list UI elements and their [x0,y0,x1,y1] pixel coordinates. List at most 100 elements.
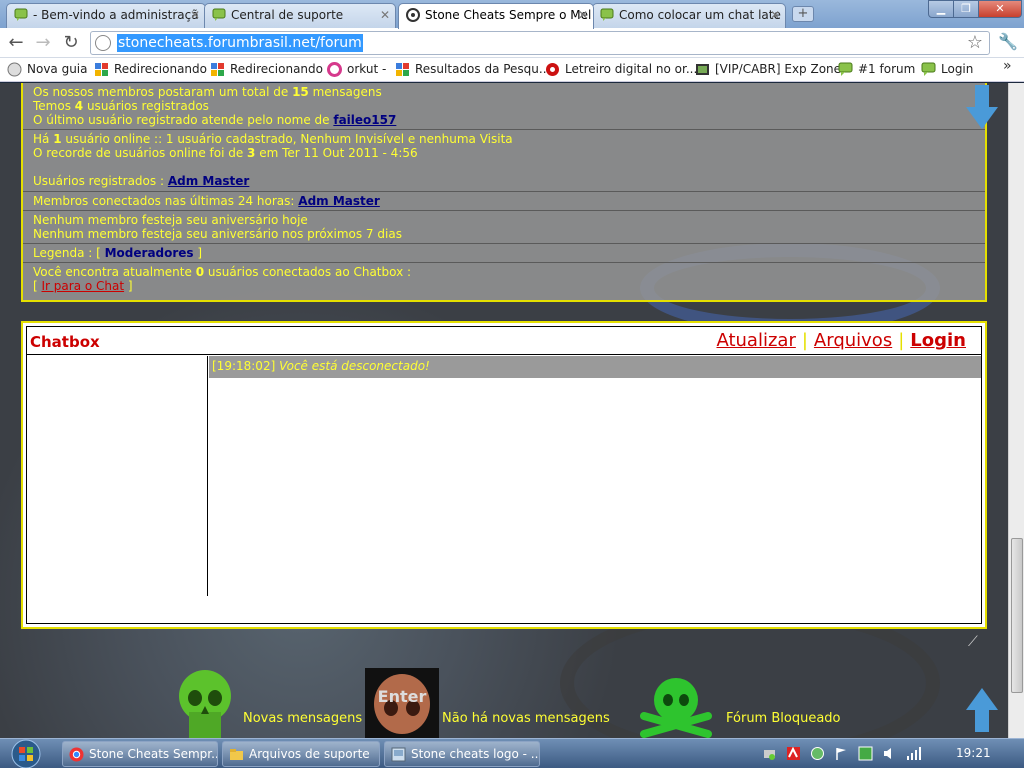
close-icon[interactable]: ✕ [770,4,780,26]
chat-bubble-icon [14,8,28,21]
forward-arrow-icon[interactable]: → [32,32,54,54]
forum-icon-legend: Novas mensagens Enter Não há novas mensa… [0,668,1008,738]
chat-count: 0 [195,265,205,279]
stats-text: usuário online :: 1 usuário cadastrado, … [61,132,513,146]
clock[interactable]: 19:21 [956,746,991,760]
stats-text: Há [33,132,54,146]
bookmark-item[interactable]: Redirecionando [94,62,207,76]
tab-title: Stone Cheats Sempre o Mel [425,8,592,22]
stats-text: Os nossos membros postaram um total de [33,85,293,99]
record-icon [546,63,559,76]
address-bar[interactable]: stonecheats.forumbrasil.net/forum ☆ [90,31,990,55]
taskbar-item[interactable]: Arquivos de suporte [222,741,380,767]
page-viewport: Os nossos membros postaram um total de 1… [0,83,1008,738]
tab-chat-howto[interactable]: Como colocar um chat late ✕ [592,3,786,28]
google-icon [211,63,224,76]
bookmark-item[interactable]: Login [921,62,973,76]
url-text[interactable]: stonecheats.forumbrasil.net/forum [117,34,363,52]
tab-admin[interactable]: - Bem-vindo a administraçã ✕ [6,3,206,28]
online-count: 1 [53,132,62,146]
stats-totals: Os nossos membros postaram um total de 1… [23,83,985,130]
antivirus-tray-icon[interactable] [786,746,801,761]
page-scrollbar[interactable] [1008,83,1024,738]
go-to-chat-link[interactable]: Ir para o Chat [42,279,125,293]
legend-label: Não há novas mensagens [442,711,610,726]
connected-user-link[interactable]: Adm Master [298,194,380,208]
svg-text:Enter: Enter [378,687,427,706]
bookmark-label: [VIP/CABR] Exp Zone [715,62,842,76]
bookmark-label: #1 forum [858,62,916,76]
new-tab-button[interactable]: + [792,6,814,22]
bookmark-label: orkut - [347,62,387,76]
minimize-button[interactable]: ▁ [928,0,954,18]
windows-taskbar: Stone Cheats Sempr... Arquivos de suport… [0,738,1024,768]
paint-icon [391,747,406,762]
last-user-link[interactable]: faileo157 [333,113,396,127]
stats-online: Há 1 usuário online :: 1 usuário cadastr… [23,130,985,192]
stats-legend: Legenda : [ Moderadores ] [23,244,985,263]
bookmark-item[interactable]: #1 forum [838,62,915,76]
refresh-link[interactable]: Atualizar [716,330,795,351]
reload-icon[interactable]: ↻ [60,32,82,54]
close-icon[interactable]: ✕ [380,4,390,26]
legend-label: Fórum Bloqueado [726,711,841,726]
sync-tray-icon[interactable] [858,746,873,761]
scroll-up-arrow-icon[interactable] [965,688,999,732]
skull-crossbones-icon [640,678,712,738]
taskbar-item[interactable]: Stone cheats logo - ... [384,741,540,767]
shield-tray-icon[interactable] [810,746,825,761]
tab-strip: - Bem-vindo a administraçã ✕ Central de … [0,0,1024,29]
windows-start-icon[interactable] [6,739,46,768]
taskbar-label: Stone cheats logo - ... [411,747,540,761]
tab-support[interactable]: Central de suporte ✕ [204,3,396,28]
tab-title: Como colocar um chat late [619,8,781,22]
stats-text: Membros conectados nas últimas 24 horas: [33,194,299,208]
bookmark-item[interactable]: Nova guia [7,62,88,77]
taskbar-item[interactable]: Stone Cheats Sempr... [62,741,218,767]
folder-icon [230,749,243,760]
swirl-icon [406,8,420,22]
flag-tray-icon[interactable] [834,746,849,761]
taskbar-label: Arquivos de suporte [249,747,370,761]
star-icon[interactable]: ☆ [967,32,983,53]
bookmark-item[interactable]: Resultados da Pesqu... [395,62,550,76]
birthday-week: Nenhum membro festeja seu aniversário no… [33,227,402,241]
legend-label: Novas mensagens [243,711,363,726]
close-icon[interactable]: ✕ [190,4,200,26]
tab-title: Central de suporte [231,8,344,22]
bookmark-item[interactable]: [VIP/CABR] Exp Zone [695,62,841,76]
bookmark-item[interactable]: Redirecionando [210,62,323,76]
green-skull-icon [179,670,231,738]
volume-tray-icon[interactable] [882,746,897,761]
stats-text: usuários registrados [83,99,209,113]
users-count: 4 [74,99,84,113]
bookmark-item[interactable]: orkut - [327,62,387,77]
login-link[interactable]: Login [910,330,966,351]
stats-birthdays: Nenhum membro festeja seu aniversário ho… [23,211,985,244]
image-icon [696,64,709,75]
globe-icon [95,35,111,51]
bookmark-label: Redirecionando [114,62,207,76]
message-time: [19:18:02] [212,359,276,373]
scroll-down-arrow-icon[interactable] [965,85,999,129]
resize-grip-icon[interactable]: ⟋ [968,634,986,650]
stats-text: usuários conectados ao Chatbox : [204,265,412,279]
back-arrow-icon[interactable]: ← [5,32,27,54]
registered-user-link[interactable]: Adm Master [168,174,250,188]
tab-stone-cheats[interactable]: Stone Cheats Sempre o Mel ✕ [398,3,594,29]
archives-link[interactable]: Arquivos [814,330,892,351]
taskbar-label: Stone Cheats Sempr... [89,747,218,761]
maximize-button[interactable]: ❐ [953,0,979,18]
stats-text: Temos [33,99,75,113]
network-tray-icon[interactable] [762,746,777,761]
bookmark-item[interactable]: Letreiro digital no or... [545,62,697,76]
close-window-button[interactable]: ✕ [978,0,1022,18]
legend-moderators[interactable]: Moderadores [105,246,194,260]
chatbox-title: Chatbox [30,333,100,351]
scrollbar-thumb[interactable] [1011,538,1023,693]
stats-text: O último usuário registrado atende pelo … [33,113,334,127]
signal-tray-icon[interactable] [906,746,921,761]
close-icon[interactable]: ✕ [578,4,588,26]
wrench-icon[interactable]: 🔧 [998,32,1018,51]
chevron-double-right-icon[interactable]: » [1003,58,1012,74]
